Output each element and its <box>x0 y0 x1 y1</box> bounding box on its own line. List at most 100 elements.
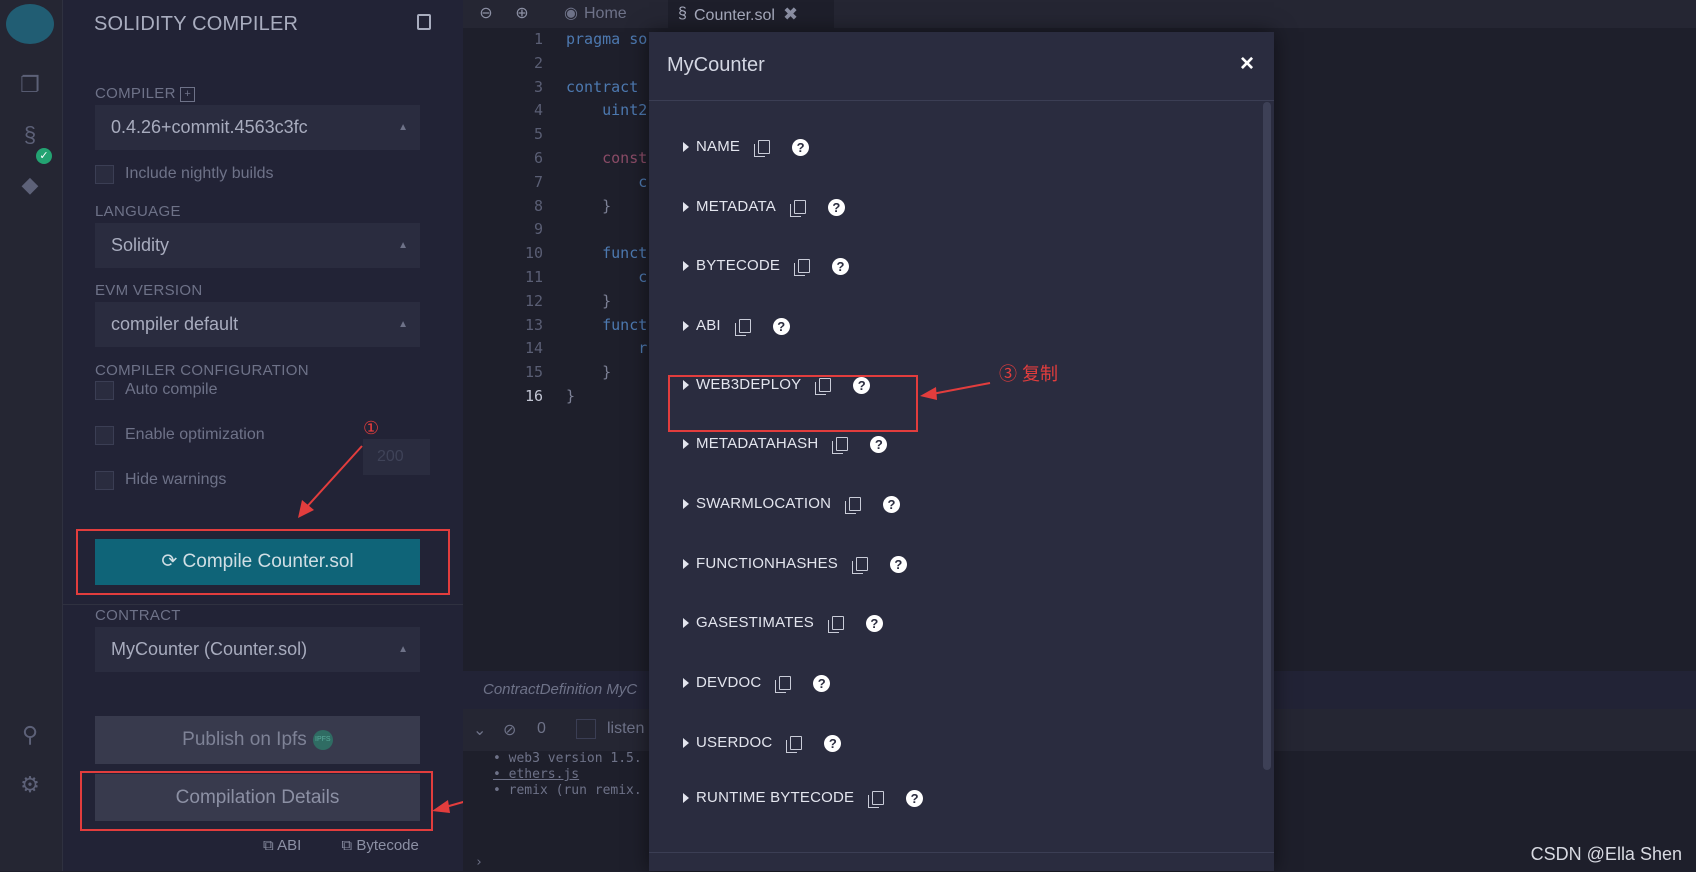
step3-label: ③ 复制 <box>999 364 1059 384</box>
optimization-runs-input[interactable]: 200 <box>363 439 430 475</box>
evm-version-select[interactable]: compiler default ▲ <box>95 302 420 347</box>
help-icon[interactable]: ? <box>813 674 831 692</box>
compiler-version-select[interactable]: 0.4.26+commit.4563c3fc ▲ <box>95 105 420 150</box>
section-userdoc[interactable]: USERDOC? <box>683 731 842 755</box>
compile-button[interactable]: ⟳ Compile Counter.sol <box>95 539 420 585</box>
deploy-run-icon[interactable]: ◆ <box>17 172 43 198</box>
caret-right-icon <box>683 678 689 689</box>
evm-version-label: EVM VERSION <box>95 282 203 299</box>
help-icon[interactable]: ? <box>772 317 790 335</box>
solidity-compiler-icon[interactable]: § <box>17 122 43 148</box>
section-metadatahash[interactable]: METADATAHASH? <box>683 432 888 456</box>
help-icon[interactable]: ? <box>889 555 907 573</box>
code-line: funct <box>566 315 648 334</box>
terminal-line: • remix (run remix. <box>493 783 642 798</box>
copy-icon[interactable] <box>827 616 844 634</box>
caret-right-icon <box>683 202 689 213</box>
section-gasestimates[interactable]: GASESTIMATES? <box>683 611 883 635</box>
line-number: 14 <box>524 339 543 358</box>
section-web3deploy[interactable]: WEB3DEPLOY? <box>683 373 871 397</box>
help-icon[interactable]: ? <box>870 435 888 453</box>
auto-compile-checkbox[interactable] <box>95 381 114 400</box>
help-icon[interactable]: ? <box>824 734 842 752</box>
help-icon[interactable]: ? <box>792 138 810 156</box>
copy-icon[interactable] <box>734 319 751 337</box>
section-label: SWARMLOCATION <box>696 495 832 512</box>
copy-icon[interactable] <box>786 736 803 754</box>
zoom-out-icon[interactable]: ⊖ <box>477 5 495 23</box>
plugin-manager-icon[interactable]: ⚲ <box>17 722 43 748</box>
optimization-checkbox[interactable] <box>95 426 114 445</box>
language-label: LANGUAGE <box>95 203 181 220</box>
compiled-check-icon: ✓ <box>36 148 52 164</box>
caret-right-icon <box>683 321 689 332</box>
optimization-label: Enable optimization <box>125 426 265 443</box>
line-number: 10 <box>524 244 543 263</box>
code-line: c <box>566 267 648 286</box>
documentation-icon[interactable] <box>417 14 431 30</box>
listen-checkbox[interactable] <box>576 719 596 739</box>
publish-ipfs-button[interactable]: Publish on Ipfs IPFS <box>95 716 420 764</box>
select-arrows-icon: ▲ <box>398 644 408 655</box>
modal-title: MyCounter <box>667 54 765 76</box>
collapse-terminal-icon[interactable]: ⌄ <box>473 720 486 740</box>
modal-close-icon[interactable]: × <box>1240 50 1254 78</box>
line-number: 2 <box>533 53 543 72</box>
caret-right-icon <box>683 499 689 510</box>
section-name[interactable]: NAME? <box>683 135 810 159</box>
close-tab-icon[interactable]: ✖ <box>783 4 798 24</box>
contract-label: CONTRACT <box>95 607 181 624</box>
section-devdoc[interactable]: DEVDOC? <box>683 671 831 695</box>
terminal-line[interactable]: • ethers.js <box>493 767 579 782</box>
line-number: 16 <box>524 386 543 405</box>
nightly-builds-checkbox[interactable] <box>95 165 114 184</box>
line-number: 1 <box>533 30 543 48</box>
code-line: contract <box>566 77 648 96</box>
copy-icon[interactable] <box>832 437 849 455</box>
add-compiler-icon[interactable]: + <box>180 86 196 102</box>
section-abi[interactable]: ABI? <box>683 314 790 338</box>
section-bytecode[interactable]: BYTECODE? <box>683 254 850 278</box>
hide-warnings-checkbox[interactable] <box>95 471 114 490</box>
contract-select[interactable]: MyCounter (Counter.sol) ▲ <box>95 627 420 672</box>
copy-icon[interactable] <box>754 140 771 158</box>
section-metadata[interactable]: METADATA? <box>683 195 845 219</box>
copy-icon[interactable] <box>868 791 885 809</box>
section-swarmlocation[interactable]: SWARMLOCATION? <box>683 492 901 516</box>
clear-console-icon[interactable]: ⊘ <box>503 720 516 740</box>
help-icon[interactable]: ? <box>906 789 924 807</box>
zoom-in-icon[interactable]: ⊕ <box>513 5 531 23</box>
line-number: 4 <box>533 101 543 120</box>
line-number: 11 <box>524 267 543 286</box>
copy-icon[interactable] <box>794 259 811 277</box>
help-icon[interactable]: ? <box>827 198 845 216</box>
copy-icon[interactable] <box>775 676 792 694</box>
copy-icon[interactable] <box>815 378 832 396</box>
compilation-details-button[interactable]: Compilation Details <box>95 774 420 821</box>
section-functionhashes[interactable]: FUNCTIONHASHES? <box>683 552 907 576</box>
remix-logo-icon[interactable] <box>6 4 54 44</box>
copy-icon[interactable] <box>845 497 862 515</box>
copy-bytecode-link[interactable]: ⧉ Bytecode <box>341 837 436 854</box>
code-line: pragma so <box>566 30 648 48</box>
copy-icon[interactable] <box>851 557 868 575</box>
modal-scrollbar[interactable] <box>1263 102 1271 770</box>
help-icon[interactable]: ? <box>883 495 901 513</box>
terminal-prompt-icon[interactable]: › <box>475 855 483 870</box>
line-number: 5 <box>533 125 543 144</box>
help-icon[interactable]: ? <box>832 257 850 275</box>
copy-icon[interactable] <box>789 200 806 218</box>
language-select[interactable]: Solidity ▲ <box>95 223 420 268</box>
watermark: CSDN @Ella Shen <box>1530 844 1682 864</box>
icon-rail: ❐ § ✓ ◆ ⚲ ⚙ <box>0 0 63 871</box>
copy-abi-link[interactable]: ⧉ ABI <box>263 837 319 854</box>
settings-gear-icon[interactable]: ⚙ <box>17 772 43 798</box>
help-icon[interactable]: ? <box>865 614 883 632</box>
help-icon[interactable]: ? <box>853 376 871 394</box>
file-explorer-icon[interactable]: ❐ <box>17 72 43 98</box>
tab-counter-sol[interactable]: § Counter.sol ✖ <box>668 0 834 28</box>
section-label: RUNTIME BYTECODE <box>696 789 855 806</box>
section-runtime-bytecode[interactable]: RUNTIME BYTECODE? <box>683 786 924 810</box>
